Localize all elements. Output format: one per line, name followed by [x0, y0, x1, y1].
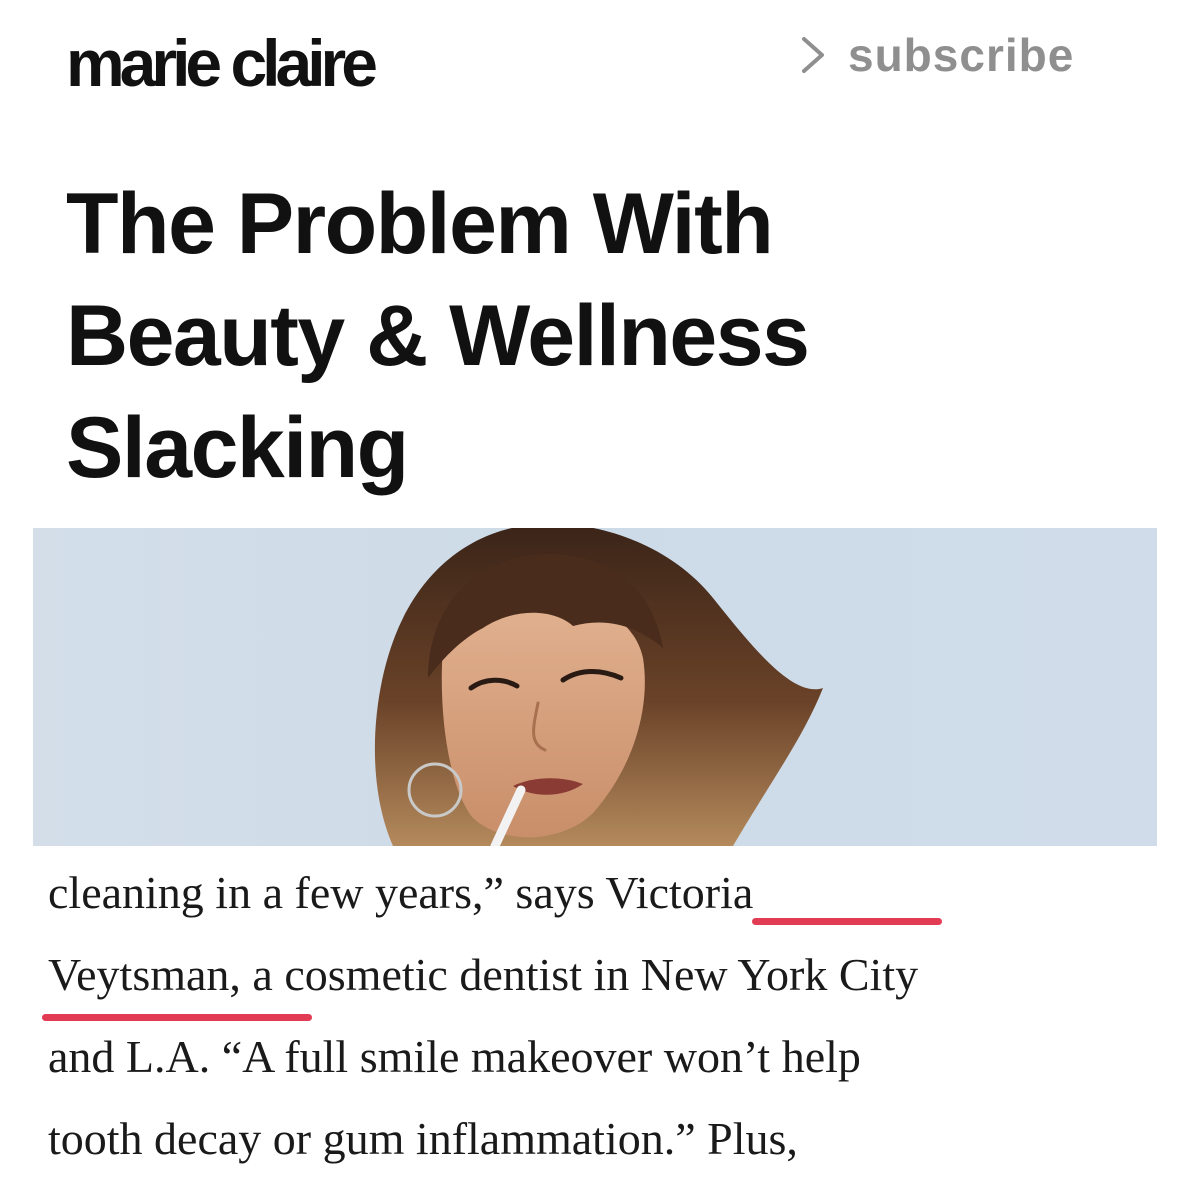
highlight-underline-victoria — [752, 918, 942, 925]
article-headline: The Problem With Beauty & Wellness Slack… — [66, 168, 1126, 504]
hero-image — [33, 528, 1157, 846]
woman-portrait-illustration — [33, 528, 1157, 846]
chevron-right-icon — [802, 37, 824, 73]
headline-line: Slacking — [66, 400, 409, 496]
highlight-underline-veytsman — [42, 1014, 312, 1021]
author-link-veytsman[interactable]: Veytsman, — [48, 949, 241, 1000]
body-line-4: tooth decay or gum inflammation.” Plus, — [48, 1113, 798, 1164]
subscribe-label: subscribe — [848, 29, 1075, 81]
headline-line: Beauty & Wellness — [66, 288, 810, 384]
body-text-segment: cleaning in a few years,” says — [48, 867, 606, 918]
author-link-victoria[interactable]: Victoria — [605, 867, 753, 918]
body-line-2: Veytsman, a cosmetic dentist in New York… — [48, 934, 1158, 1016]
marie-claire-logo[interactable]: marie claire — [66, 8, 378, 118]
body-line-1: cleaning in a few years,” says Victoria — [48, 852, 1158, 934]
subscribe-link[interactable]: subscribe — [796, 22, 1074, 88]
body-text-segment: a cosmetic dentist in New York City — [240, 949, 919, 1000]
body-line-3: and L.A. “A full smile makeover won’t he… — [48, 1031, 861, 1082]
headline-line: The Problem With — [66, 176, 774, 272]
